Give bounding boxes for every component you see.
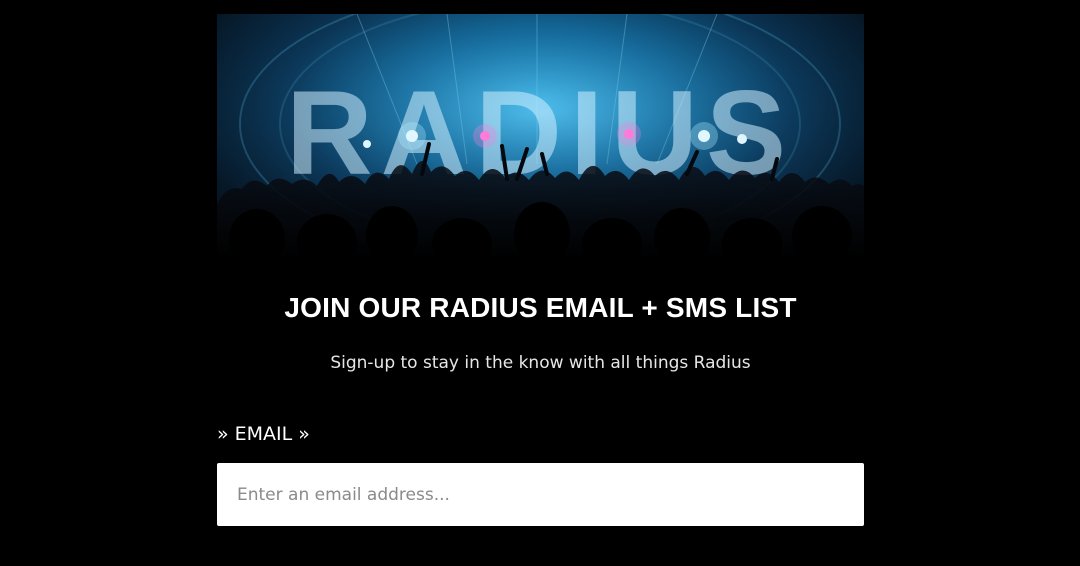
email-field[interactable] bbox=[217, 463, 864, 526]
signup-title: JOIN OUR RADIUS EMAIL + SMS LIST bbox=[284, 292, 797, 323]
signup-container: RADIUS JOIN OUR RADIUS EMAIL + SMS LIST … bbox=[217, 14, 864, 526]
signup-subtitle: Sign-up to stay in the know with all thi… bbox=[330, 353, 751, 373]
hero-banner-image: RADIUS bbox=[217, 14, 864, 260]
concert-crowd-image: RADIUS bbox=[217, 14, 864, 260]
email-field-label: » EMAIL » bbox=[217, 423, 310, 445]
